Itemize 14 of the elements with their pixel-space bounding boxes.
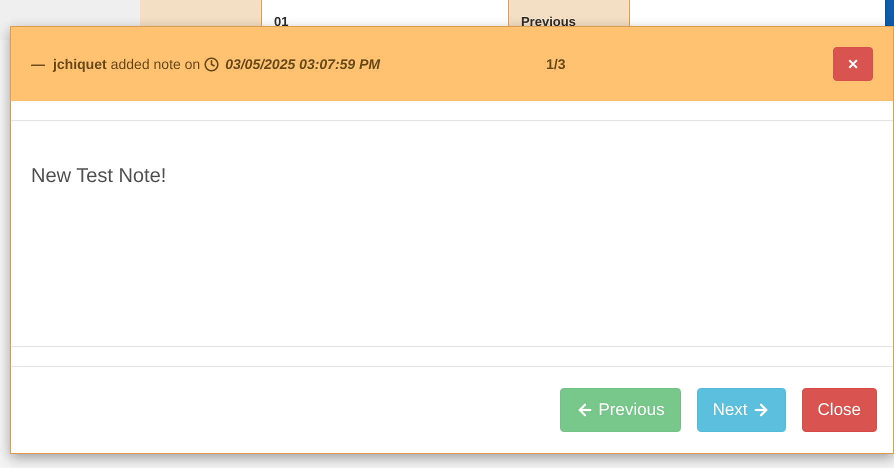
next-button[interactable]: Next [696, 388, 786, 432]
clock-icon [204, 56, 220, 72]
column-header: 01 [274, 13, 288, 31]
author-name: jchiquet [53, 54, 107, 74]
column-header: Previous [521, 13, 576, 31]
close-button[interactable]: Close [802, 388, 877, 432]
timestamp: 03/05/2025 03:07:59 PM [225, 54, 380, 74]
action-text: added note on [110, 54, 200, 74]
note-counter: 1/3 [546, 54, 566, 74]
note-text: New Test Note! [31, 164, 168, 189]
previous-button[interactable]: Previous [560, 388, 681, 432]
collapse-glyph[interactable]: — [31, 54, 45, 74]
arrow-right-icon [752, 401, 770, 419]
close-button[interactable]: × [833, 47, 873, 81]
